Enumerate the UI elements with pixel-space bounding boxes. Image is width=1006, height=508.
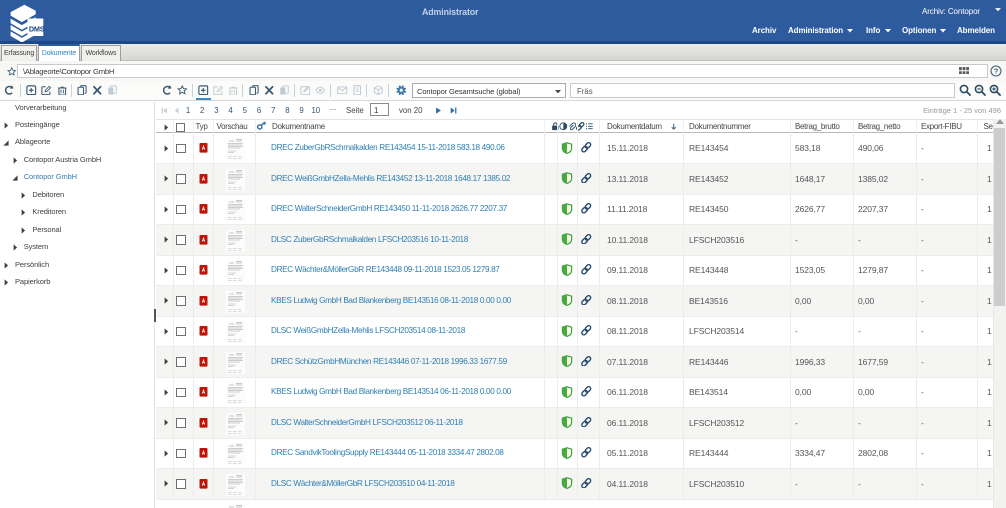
svg-text:?: ? — [994, 67, 999, 76]
svg-text:DMS: DMS — [29, 24, 45, 33]
